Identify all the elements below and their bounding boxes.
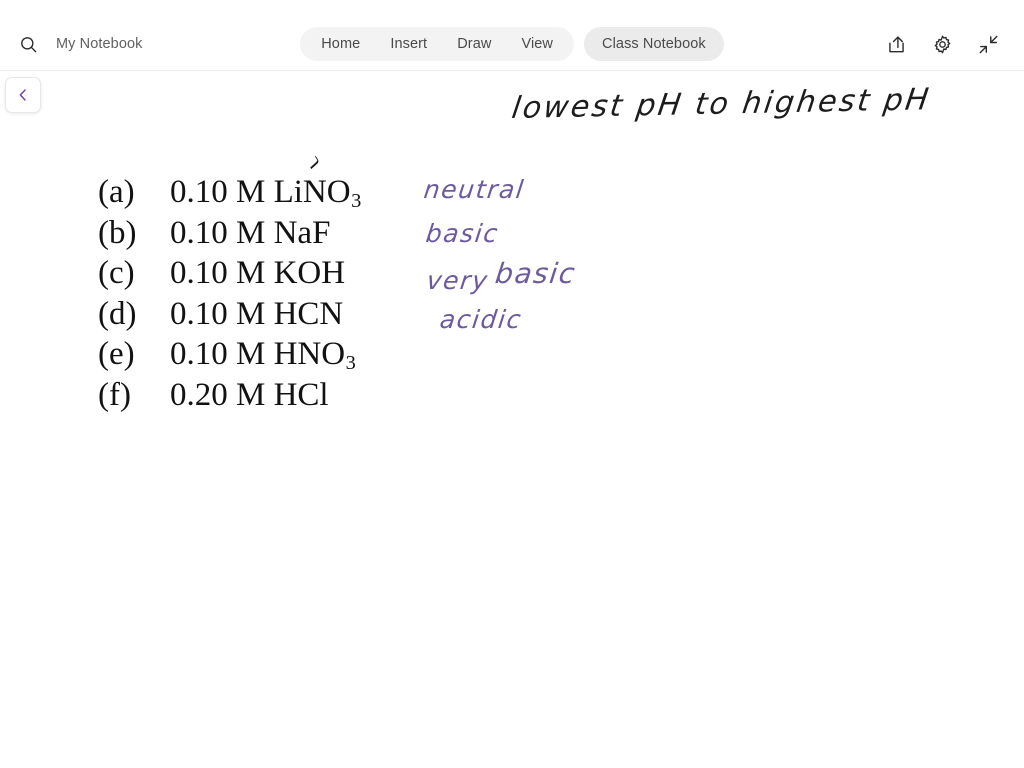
question-row: (f) 0.20 M HCl (98, 375, 361, 416)
search-icon (20, 36, 36, 52)
question-concentration: 0.20 M (170, 376, 266, 413)
question-concentration: 0.10 M (170, 336, 266, 372)
tab-insert[interactable]: Insert (375, 30, 442, 58)
annotation-very-word: very (425, 266, 491, 295)
question-list: (a) 0.10 M LiNO3 (b) 0.10 M NaF (c) 0.10… (98, 155, 361, 416)
notebook-title: My Notebook (56, 36, 143, 52)
header-left-group: My Notebook (14, 30, 284, 58)
question-formula: NaF (273, 214, 331, 251)
question-formula: HNO (273, 336, 346, 372)
question-concentration: 0.10 M (170, 174, 266, 210)
tab-draw[interactable]: Draw (442, 30, 506, 58)
annotation-basic: basic (424, 219, 501, 248)
header-actions (740, 30, 1010, 58)
question-subscript: 3 (345, 352, 356, 375)
question-formula: LiNO (273, 174, 351, 210)
tab-class-notebook[interactable]: Class Notebook (584, 27, 724, 61)
tab-view[interactable]: View (506, 30, 568, 58)
question-text: 0.10 M KOH (170, 253, 346, 298)
handwriting-title: lowest pH to highest pH (509, 82, 933, 126)
question-text: 0.10 M LiNO3 (170, 155, 362, 217)
question-label: (b) (98, 214, 137, 251)
annotation-basic-word: basic (493, 257, 579, 290)
tab-home[interactable]: Home (306, 30, 375, 58)
question-text: 0.10 M HCN (170, 294, 344, 339)
settings-button[interactable] (928, 30, 956, 58)
question-concentration: 0.10 M (170, 295, 266, 332)
question-formula: HCl (273, 376, 329, 413)
collapse-button[interactable] (974, 30, 1002, 58)
annotation-neutral: neutral (422, 175, 527, 204)
search-button[interactable] (14, 30, 42, 58)
question-row: (c) 0.10 M KOH (98, 253, 361, 294)
ink-accent-mark (307, 155, 320, 170)
chevron-left-icon (19, 89, 26, 101)
back-button[interactable] (5, 77, 41, 113)
question-label: (d) (98, 295, 137, 332)
question-text: 0.20 M HCl (170, 375, 329, 420)
question-label: (e) (98, 336, 135, 372)
app-header: My Notebook Home Insert Draw View Class … (0, 0, 1024, 71)
question-text: 0.10 M HNO3 (170, 334, 356, 379)
gear-icon (934, 35, 950, 53)
question-row: (b) 0.10 M NaF (98, 213, 361, 254)
question-concentration: 0.10 M (170, 255, 266, 291)
notebook-canvas[interactable]: lowest pH to highest pH (a) 0.10 M LiNO3… (0, 71, 1024, 768)
share-button[interactable] (882, 30, 910, 58)
question-label: (f) (98, 376, 131, 413)
share-icon (888, 35, 904, 52)
annotation-acidic: acidic (438, 305, 524, 334)
notebook-app: My Notebook Home Insert Draw View Class … (0, 0, 1024, 768)
question-subscript: 3 (351, 190, 362, 213)
question-formula: KOH (273, 255, 346, 291)
question-text: 0.10 M NaF (170, 213, 331, 258)
question-label: (c) (98, 255, 135, 291)
ribbon-tabs: Home Insert Draw View Class Notebook (284, 27, 740, 61)
question-concentration: 0.10 M (170, 214, 266, 251)
annotation-very-basic: very basic (425, 257, 578, 296)
question-label: (a) (98, 174, 135, 210)
tab-group: Home Insert Draw View (300, 27, 575, 61)
question-formula: HCN (273, 295, 344, 332)
question-row: (e) 0.10 M HNO3 (98, 334, 361, 375)
question-row: (a) 0.10 M LiNO3 (98, 155, 361, 213)
question-row: (d) 0.10 M HCN (98, 294, 361, 335)
collapse-icon (979, 35, 998, 53)
